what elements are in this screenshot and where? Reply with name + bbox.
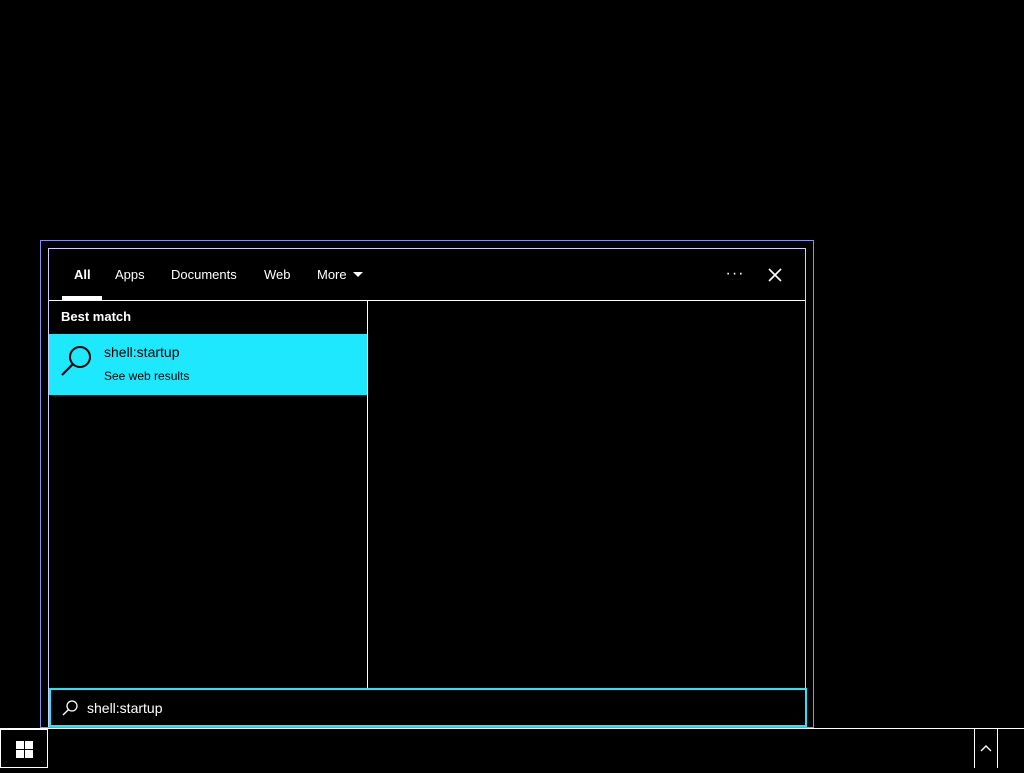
tab-more-label: More (317, 267, 347, 282)
options-button[interactable]: ··· (721, 261, 749, 289)
best-match-result[interactable]: shell:startup See web results (49, 334, 367, 395)
preview-pane (368, 301, 805, 688)
results-pane: Best match shell:startup See web results (49, 301, 368, 688)
best-match-header: Best match (61, 309, 132, 324)
chevron-up-icon (980, 745, 992, 752)
taskbar (0, 728, 1024, 768)
search-icon (62, 700, 78, 716)
tab-documents[interactable]: Documents (171, 249, 237, 300)
tab-web-label: Web (264, 267, 291, 282)
windows-logo-icon (16, 741, 33, 758)
tab-all[interactable]: All (74, 249, 91, 300)
tab-web[interactable]: Web (264, 249, 291, 300)
result-title: shell:startup (104, 344, 180, 360)
show-desktop-button[interactable] (998, 729, 1024, 768)
start-button[interactable] (0, 729, 48, 768)
tab-apps[interactable]: Apps (115, 249, 145, 300)
caret-down-icon (352, 272, 363, 277)
tab-more[interactable]: More (317, 249, 363, 300)
tab-all-label: All (74, 267, 91, 282)
search-panel: All Apps Documents Web More ··· Best mat… (48, 248, 807, 727)
active-tab-indicator (62, 296, 102, 300)
search-box[interactable] (49, 688, 807, 727)
search-flyout: All Apps Documents Web More ··· Best mat… (40, 240, 814, 728)
tab-documents-label: Documents (171, 267, 237, 282)
search-icon (61, 346, 91, 376)
search-input[interactable] (87, 695, 787, 721)
close-button[interactable] (761, 261, 789, 289)
more-options-icon: ··· (725, 265, 745, 282)
result-subtitle: See web results (104, 369, 190, 383)
tab-apps-label: Apps (115, 267, 145, 282)
show-hidden-icons-button[interactable] (974, 729, 998, 768)
search-tab-bar: All Apps Documents Web More ··· (49, 249, 805, 301)
close-icon (768, 268, 782, 282)
